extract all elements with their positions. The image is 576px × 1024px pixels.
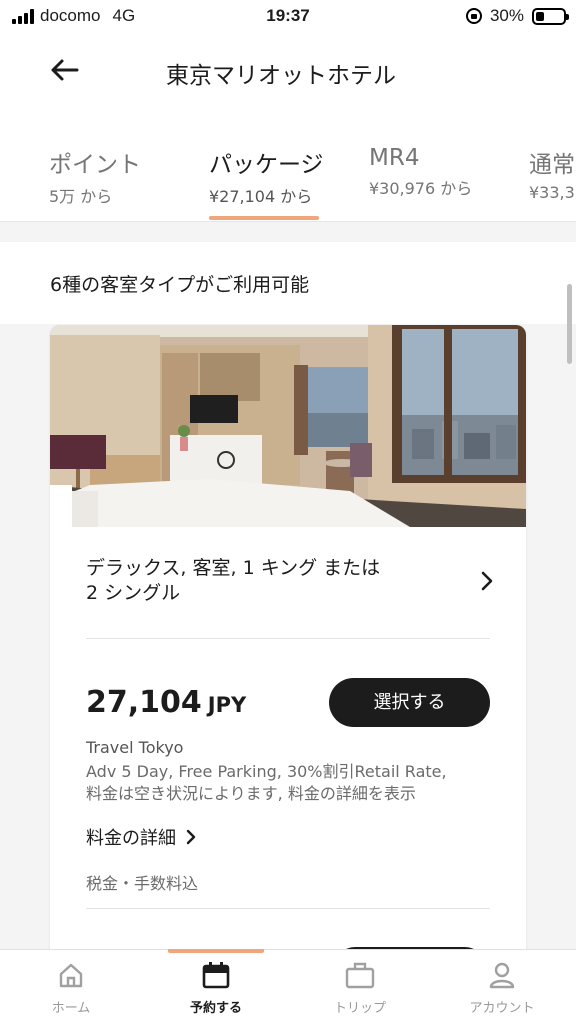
status-right: 30%	[465, 6, 569, 26]
room-name-line2: 2 シングル	[86, 582, 181, 604]
rate-details-link[interactable]: 料金の詳細	[86, 824, 196, 850]
tax-note: 税金・手数料込	[86, 874, 199, 893]
tab-points[interactable]: ポイント 5万 から	[49, 145, 141, 207]
tab-price: ¥30,976 から	[369, 179, 473, 198]
rate-tabs: ポイント 5万 から パッケージ ¥27,104 から MR4 ¥30,976 …	[0, 140, 576, 222]
tab-price: ¥27,104 から	[209, 187, 313, 206]
tab-price: ¥33,3	[529, 183, 575, 202]
battery-percent: 30%	[489, 6, 524, 25]
tab-standard[interactable]: 通常 ¥33,3	[529, 145, 575, 202]
orientation-lock-icon	[465, 8, 482, 24]
person-icon	[489, 962, 515, 989]
nav-label: トリップ	[333, 1001, 386, 1016]
room-count-summary: 6種の客室タイプがご利用可能	[50, 274, 310, 296]
room-name: デラックス, 客室, 1 キング または 2 シングル	[86, 556, 426, 606]
status-bar: docomo 4G 19:37 30%	[0, 0, 576, 34]
nav-label: 予約する	[189, 1001, 242, 1016]
rate-desc-line2: 料金は空き状況によります, 料金の詳細を表示	[86, 784, 416, 803]
scrollbar[interactable]	[567, 284, 572, 364]
room-name-row[interactable]: デラックス, 客室, 1 キング または 2 シングル	[50, 527, 526, 639]
active-tab-indicator	[209, 216, 319, 220]
room-price: 27,104 JPY	[86, 685, 246, 720]
page-title: 東京マリオットホテル	[166, 63, 396, 89]
tab-label: パッケージ	[209, 152, 324, 178]
tab-mr4[interactable]: MR4 ¥30,976 から	[369, 145, 472, 199]
price-currency: JPY	[207, 693, 247, 717]
divider	[86, 908, 490, 909]
nav-label: アカウント	[469, 1001, 535, 1016]
active-nav-indicator	[168, 949, 264, 953]
divider	[86, 638, 490, 639]
rate-desc-line1: Adv 5 Day, Free Parking, 30%割引Retail Rat…	[86, 762, 447, 781]
nav-home[interactable]: ホーム	[16, 960, 126, 1016]
chevron-right-icon	[481, 571, 493, 591]
nav-book[interactable]: 予約する	[161, 960, 271, 1016]
nav-account[interactable]: アカウント	[447, 960, 557, 1016]
calendar-icon	[202, 962, 230, 989]
rate-details-label: 料金の詳細	[86, 828, 176, 849]
rate-name: Travel Tokyo	[86, 738, 184, 757]
room-name-line1: デラックス, 客室, 1 キング または	[86, 557, 381, 579]
room-card: デラックス, 客室, 1 キング または 2 シングル 27,104 JPY 選択…	[50, 325, 526, 950]
header: 東京マリオットホテル	[0, 34, 576, 108]
room-photo[interactable]	[50, 325, 526, 527]
bottom-nav: ホーム 予約する トリップ アカウント	[0, 949, 576, 1024]
home-icon	[59, 963, 83, 988]
rate-description: Adv 5 Day, Free Parking, 30%割引Retail Rat…	[86, 761, 486, 805]
back-arrow-icon	[51, 59, 79, 81]
tab-label: ポイント	[49, 152, 141, 178]
battery-icon	[532, 7, 569, 25]
battery-fill	[536, 11, 544, 21]
tab-label: MR4	[369, 145, 420, 171]
tab-package[interactable]: パッケージ ¥27,104 から	[209, 145, 324, 207]
suitcase-icon	[345, 962, 375, 989]
select-room-button[interactable]: 選択する	[329, 678, 490, 727]
tab-label: 通常	[529, 152, 575, 178]
back-button[interactable]	[44, 52, 84, 88]
nav-label: ホーム	[51, 1001, 91, 1016]
tab-price: 5万 から	[49, 187, 113, 206]
chevron-right-icon	[186, 829, 196, 845]
room-list[interactable]: 6種の客室タイプがご利用可能 デラックス, 客室, 1 キング または 2 シン…	[0, 222, 576, 950]
nav-trips[interactable]: トリップ	[305, 960, 415, 1016]
price-value: 27,104	[86, 685, 202, 720]
